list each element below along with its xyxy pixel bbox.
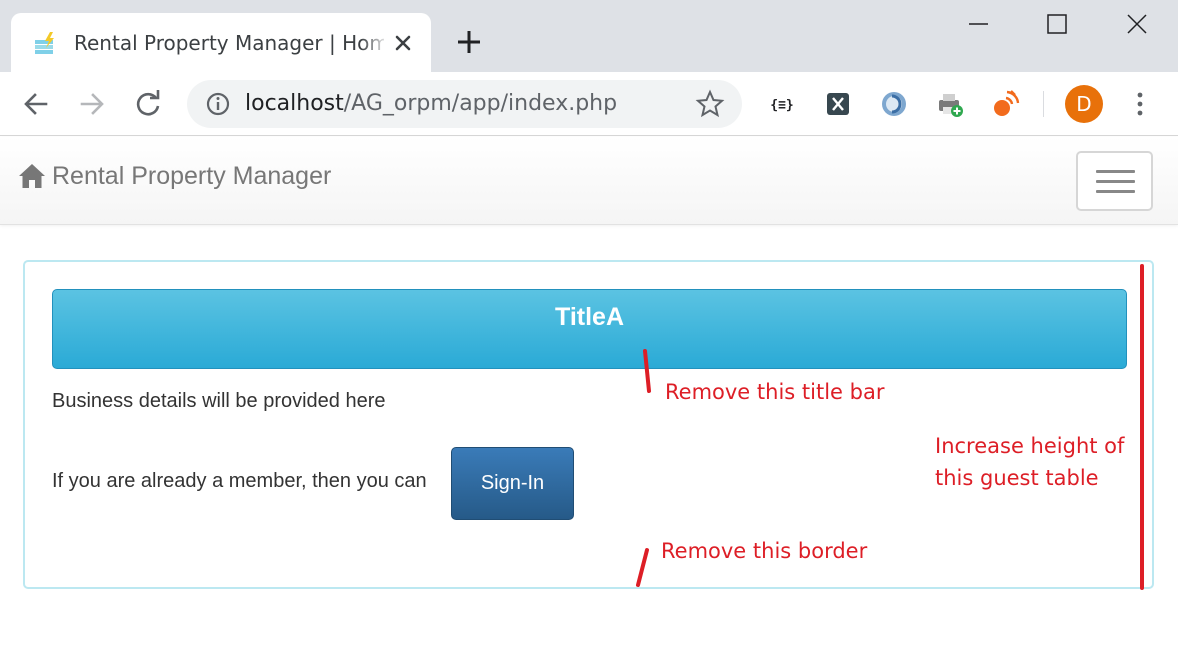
height-annotation-line2: this guest table xyxy=(935,466,1099,490)
member-prompt-text: If you are already a member, then you ca… xyxy=(52,470,427,492)
tab-title-fade xyxy=(361,27,389,57)
hamburger-bar xyxy=(1096,190,1135,193)
close-tab-icon[interactable] xyxy=(392,32,414,54)
url-text[interactable]: localhost/AG_orpm/app/index.php xyxy=(245,91,617,116)
sign-in-button[interactable]: Sign-In xyxy=(451,447,574,520)
hamburger-bar xyxy=(1096,180,1135,183)
x-extension-icon[interactable] xyxy=(823,89,853,119)
reload-icon[interactable] xyxy=(133,89,163,119)
navbar-brand[interactable]: Rental Property Manager xyxy=(18,159,331,193)
toolbar-separator xyxy=(1043,91,1044,117)
height-annotation-line1: Increase height of xyxy=(935,434,1125,458)
url-path: /AG_orpm/app/index.php xyxy=(343,91,618,116)
info-icon[interactable] xyxy=(203,89,233,119)
satellite-icon[interactable] xyxy=(991,89,1021,119)
json-viewer-icon[interactable]: {≡} xyxy=(767,89,797,119)
maximize-icon[interactable] xyxy=(1042,10,1072,40)
printer-plus-icon[interactable] xyxy=(935,89,965,119)
title-bar-annotation: Remove this title bar xyxy=(665,380,885,404)
brand-text: Rental Property Manager xyxy=(52,161,332,190)
minimize-icon[interactable] xyxy=(963,10,993,40)
home-icon xyxy=(19,164,45,188)
url-host: localhost xyxy=(245,91,344,116)
svg-text:{≡}: {≡} xyxy=(770,98,793,113)
panel-title-bar: TitleA xyxy=(52,289,1127,369)
forward-arrow-icon[interactable] xyxy=(77,89,107,119)
bookmark-star-icon[interactable] xyxy=(695,89,725,119)
browser-toolbar: localhost/AG_orpm/app/index.php {≡} D xyxy=(0,72,1178,136)
address-bar[interactable]: localhost/AG_orpm/app/index.php xyxy=(187,80,742,128)
tab-title: Rental Property Manager | Home xyxy=(74,31,384,55)
profile-avatar[interactable]: D xyxy=(1065,85,1103,123)
border-annotation: Remove this border xyxy=(661,539,868,563)
hamburger-bar xyxy=(1096,170,1135,173)
new-tab-icon[interactable] xyxy=(456,29,482,55)
browser-tab[interactable]: Rental Property Manager | Home xyxy=(11,13,431,72)
cloud-sync-icon[interactable] xyxy=(879,89,909,119)
guest-panel: TitleA Business details will be provided… xyxy=(23,260,1154,589)
back-arrow-icon[interactable] xyxy=(21,89,51,119)
browser-tabstrip: Rental Property Manager | Home xyxy=(0,0,1178,72)
close-window-icon[interactable] xyxy=(1122,10,1152,40)
site-navbar: Rental Property Manager xyxy=(0,137,1178,225)
business-details-text: Business details will be provided here xyxy=(52,390,386,412)
navbar-toggle-button[interactable] xyxy=(1076,151,1153,211)
favicon-icon xyxy=(35,32,54,54)
menu-dots-icon[interactable] xyxy=(1125,89,1155,119)
